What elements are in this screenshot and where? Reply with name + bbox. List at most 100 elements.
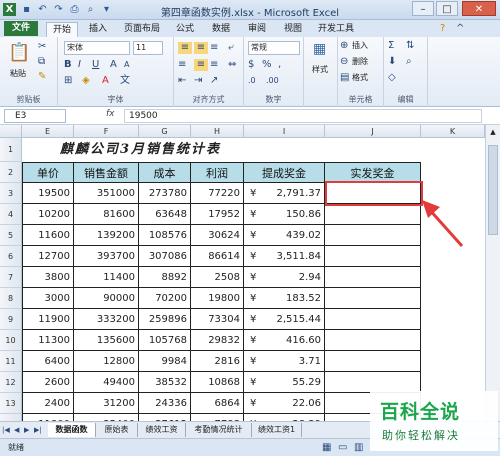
bold-icon[interactable]: B <box>64 59 72 71</box>
table-cell[interactable]: 11900 <box>22 309 74 330</box>
tab-formulas[interactable]: 公式 <box>170 22 200 37</box>
table-header-cell[interactable]: 销售金额 <box>74 162 139 183</box>
row-header[interactable]: 12 <box>0 372 22 393</box>
actual-bonus-cell[interactable] <box>325 372 421 393</box>
table-cell[interactable]: 2400 <box>22 393 74 414</box>
table-header-cell[interactable]: 利润 <box>191 162 244 183</box>
name-box[interactable]: E3 <box>4 109 66 123</box>
table-cell[interactable]: ¥3,511.84 <box>244 246 325 267</box>
orientation-icon[interactable]: ↗ <box>210 75 218 87</box>
styles-icon[interactable]: ▦ <box>313 42 326 56</box>
sort-filter-icon[interactable]: ⇅ <box>406 40 414 52</box>
phonetic-icon[interactable]: 文 <box>120 75 130 87</box>
align-right-icon[interactable]: ≡ <box>210 59 218 71</box>
row-header[interactable]: 9 <box>0 309 22 330</box>
table-cell[interactable]: 307086 <box>139 246 191 267</box>
table-header-cell[interactable]: 单价 <box>22 162 74 183</box>
row-header[interactable]: 8 <box>0 288 22 309</box>
table-cell[interactable]: 29832 <box>191 330 244 351</box>
delete-cells-icon[interactable]: ⊖ <box>340 56 348 68</box>
column-header[interactable]: K <box>421 125 485 138</box>
actual-bonus-cell[interactable] <box>325 246 421 267</box>
table-cell[interactable]: ¥2,791.37 <box>244 183 325 204</box>
table-cell[interactable]: 6864 <box>191 393 244 414</box>
actual-bonus-cell[interactable] <box>325 330 421 351</box>
row-header[interactable]: 4 <box>0 204 22 225</box>
table-cell[interactable]: 27612 <box>139 414 191 421</box>
sheet-tab[interactable]: 考勤情况统计 <box>186 423 252 437</box>
paste-button[interactable]: 粘贴 <box>10 67 26 81</box>
decrease-decimal-icon[interactable]: .00 <box>266 75 279 87</box>
table-cell[interactable]: 35400 <box>74 414 139 421</box>
actual-bonus-cell[interactable] <box>325 309 421 330</box>
tab-page-layout[interactable]: 页面布局 <box>118 22 166 37</box>
table-cell[interactable]: 73304 <box>191 309 244 330</box>
table-cell[interactable]: 393700 <box>74 246 139 267</box>
table-cell[interactable]: 105768 <box>139 330 191 351</box>
actual-bonus-cell[interactable] <box>325 351 421 372</box>
table-cell[interactable]: 31200 <box>74 393 139 414</box>
sheet-tab[interactable]: 绩效工资1 <box>252 423 302 437</box>
table-cell[interactable]: 139200 <box>74 225 139 246</box>
tab-home[interactable]: 开始 <box>46 22 78 37</box>
table-cell[interactable]: ¥55.29 <box>244 372 325 393</box>
maximize-button[interactable]: □ <box>436 1 458 16</box>
underline-icon[interactable]: U <box>92 59 99 71</box>
table-cell[interactable]: 70200 <box>139 288 191 309</box>
fx-icon[interactable]: fx <box>106 109 115 119</box>
table-cell[interactable]: ¥183.52 <box>244 288 325 309</box>
actual-bonus-cell[interactable] <box>325 267 421 288</box>
table-cell[interactable]: 17952 <box>191 204 244 225</box>
table-cell[interactable]: 12800 <box>74 351 139 372</box>
normal-view-icon[interactable]: ▦ <box>322 442 331 454</box>
number-format-select[interactable]: 常规 <box>248 41 300 55</box>
tab-review[interactable]: 审阅 <box>242 22 272 37</box>
table-cell[interactable]: 10200 <box>22 204 74 225</box>
table-header-cell[interactable]: 成本 <box>139 162 191 183</box>
row-header[interactable]: 1 <box>0 138 22 162</box>
table-cell[interactable]: ¥3.71 <box>244 351 325 372</box>
scroll-thumb[interactable] <box>488 145 498 235</box>
actual-bonus-cell[interactable] <box>325 204 421 225</box>
table-cell[interactable]: ¥22.06 <box>244 393 325 414</box>
table-cell[interactable]: 12700 <box>22 246 74 267</box>
copy-icon[interactable]: ⧉ <box>38 56 45 68</box>
fill-color-icon[interactable]: ◈ <box>82 75 90 87</box>
table-cell[interactable]: 86614 <box>191 246 244 267</box>
column-header[interactable]: E <box>22 125 74 138</box>
worksheet-grid[interactable]: E F G H I J K 麒麟公司3月销售统计表 1 2 3 4 5 6 7 8 9 10 11 1… <box>0 125 485 421</box>
table-cell[interactable]: 351000 <box>74 183 139 204</box>
row-header[interactable]: 2 <box>0 162 22 183</box>
tab-data[interactable]: 数据 <box>206 22 236 37</box>
row-header[interactable]: 6 <box>0 246 22 267</box>
align-bottom-icon[interactable]: ≡ <box>210 42 218 54</box>
align-center-icon[interactable]: ≡ <box>194 59 208 71</box>
increase-decimal-icon[interactable]: .0 <box>248 75 256 87</box>
fill-icon[interactable]: ⬇ <box>388 56 396 68</box>
tab-file[interactable]: 文件 <box>4 21 38 36</box>
table-cell[interactable]: ¥150.86 <box>244 204 325 225</box>
format-cells-icon[interactable]: ▤ <box>340 72 349 84</box>
row-header[interactable]: 5 <box>0 225 22 246</box>
table-cell[interactable]: 108576 <box>139 225 191 246</box>
table-cell[interactable]: 11300 <box>22 330 74 351</box>
paste-icon[interactable]: 📋 <box>8 43 30 63</box>
table-cell[interactable]: ¥439.02 <box>244 225 325 246</box>
merge-center-icon[interactable]: ⇔ <box>228 59 236 71</box>
increase-font-icon[interactable]: A <box>110 59 117 71</box>
font-name-select[interactable]: 宋体 <box>64 41 130 55</box>
page-layout-view-icon[interactable]: ▭ <box>338 442 347 454</box>
increase-indent-icon[interactable]: ⇥ <box>194 75 202 87</box>
sheet-tab[interactable]: 绩效工资 <box>138 423 186 437</box>
table-cell[interactable]: 81600 <box>74 204 139 225</box>
row-header[interactable]: 3 <box>0 183 22 204</box>
sheet-tab-active[interactable]: 数据函数 <box>48 423 96 437</box>
row-header[interactable]: 13 <box>0 393 22 414</box>
row-header[interactable]: 10 <box>0 330 22 351</box>
close-button[interactable]: ✕ <box>462 1 496 16</box>
percent-icon[interactable]: % <box>262 59 272 71</box>
table-cell[interactable]: ¥28.39 <box>244 414 325 421</box>
customize-quick-access-icon[interactable]: ▾ <box>100 3 113 16</box>
clear-icon[interactable]: ◇ <box>388 72 396 84</box>
last-sheet-icon[interactable]: ▶| <box>34 424 42 436</box>
